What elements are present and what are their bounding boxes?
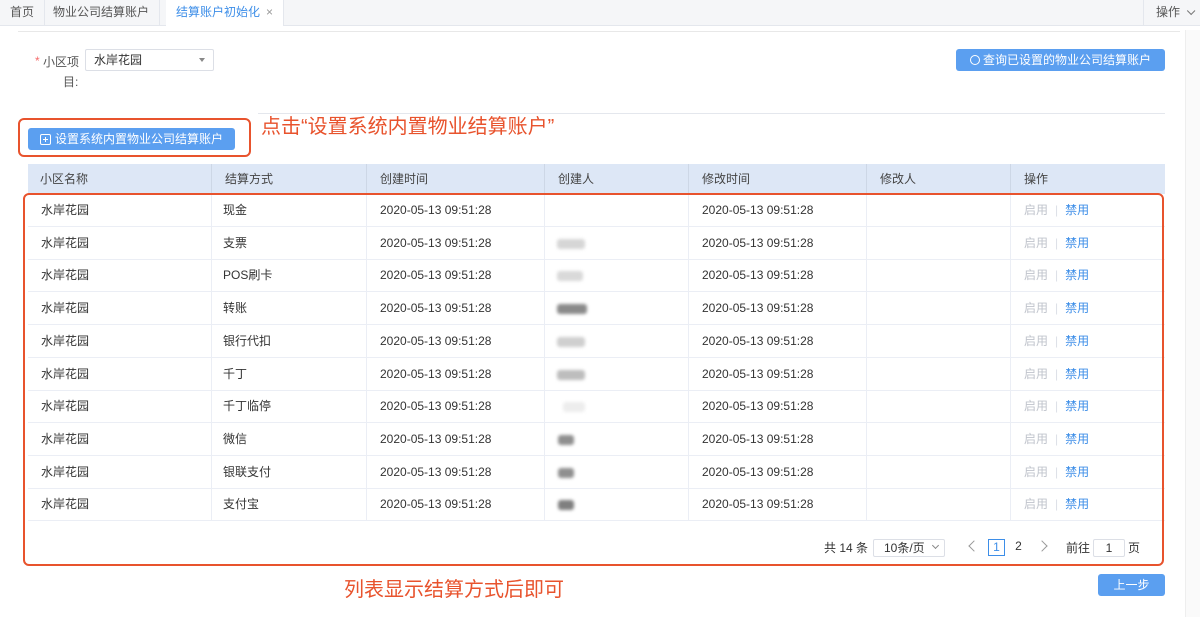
page-unit-label: 页 (1128, 541, 1141, 555)
tab-property-accounts-label: 物业公司结算账户 (53, 5, 150, 19)
previous-step-button[interactable]: 上一步 (1098, 574, 1165, 596)
close-icon[interactable]: × (266, 5, 273, 19)
annotation-click-hint: 点击“设置系统内置物业结算账户” (261, 116, 555, 138)
project-label-line2: 目: (63, 75, 79, 89)
tab-home-label: 首页 (10, 5, 35, 19)
query-accounts-button[interactable]: 查询已设置的物业公司结算账户 (956, 49, 1165, 71)
col-method: 结算方式 (211, 164, 273, 194)
project-select[interactable]: 水岸花园 (85, 49, 214, 71)
required-mark: * (35, 54, 40, 68)
tab-operations-menu[interactable]: 操作 (1142, 0, 1200, 26)
page-size-select[interactable]: 10条/页 (873, 539, 945, 557)
add-icon (39, 134, 51, 145)
caret-down-icon (199, 58, 205, 62)
col-modifier: 修改人 (866, 164, 916, 194)
col-community: 小区名称 (40, 172, 89, 186)
project-label-line1: 小区项 (43, 55, 80, 69)
tab-home[interactable]: 首页 (0, 0, 46, 26)
annotation-box-table (23, 193, 1164, 566)
setup-builtin-accounts-button[interactable]: 设置系统内置物业公司结算账户 (28, 128, 235, 150)
tab-account-init-label: 结算账户初始化 (176, 5, 261, 19)
goto-label: 前往 (1066, 541, 1091, 555)
goto-page-input[interactable]: 1 (1093, 539, 1125, 557)
col-created-time: 创建时间 (366, 164, 428, 194)
page-1-button[interactable]: 1 (988, 539, 1005, 556)
col-modified-time: 修改时间 (688, 164, 750, 194)
table-header: 小区名称 结算方式 创建时间 创建人 修改时间 修改人 操作 (28, 164, 1165, 194)
scrollbar[interactable] (1185, 30, 1200, 617)
search-icon (969, 55, 980, 65)
query-accounts-label: 查询已设置的物业公司结算账户 (982, 53, 1151, 67)
tab-operations-label: 操作 (1155, 5, 1180, 19)
chevron-down-icon (931, 541, 940, 550)
tab-bar: 首页 物业公司结算账户 结算账户初始化 × 操作 (0, 0, 1200, 26)
page-2-button[interactable]: 2 (1010, 539, 1027, 556)
tab-property-accounts[interactable]: 物业公司结算账户 (43, 0, 161, 26)
col-creator: 创建人 (544, 164, 594, 194)
col-actions: 操作 (1010, 164, 1048, 194)
tab-account-init[interactable]: 结算账户初始化 × (166, 0, 285, 26)
page-size-value: 10条/页 (884, 541, 925, 555)
project-label: 小区项 目: (43, 52, 83, 92)
chevron-down-icon (1186, 6, 1196, 16)
annotation-done-hint: 列表显示结算方式后即可 (344, 579, 564, 601)
pagination-total: 共 14 条 (824, 541, 869, 555)
project-select-value: 水岸花园 (94, 53, 143, 67)
setup-builtin-accounts-label: 设置系统内置物业公司结算账户 (54, 132, 223, 146)
